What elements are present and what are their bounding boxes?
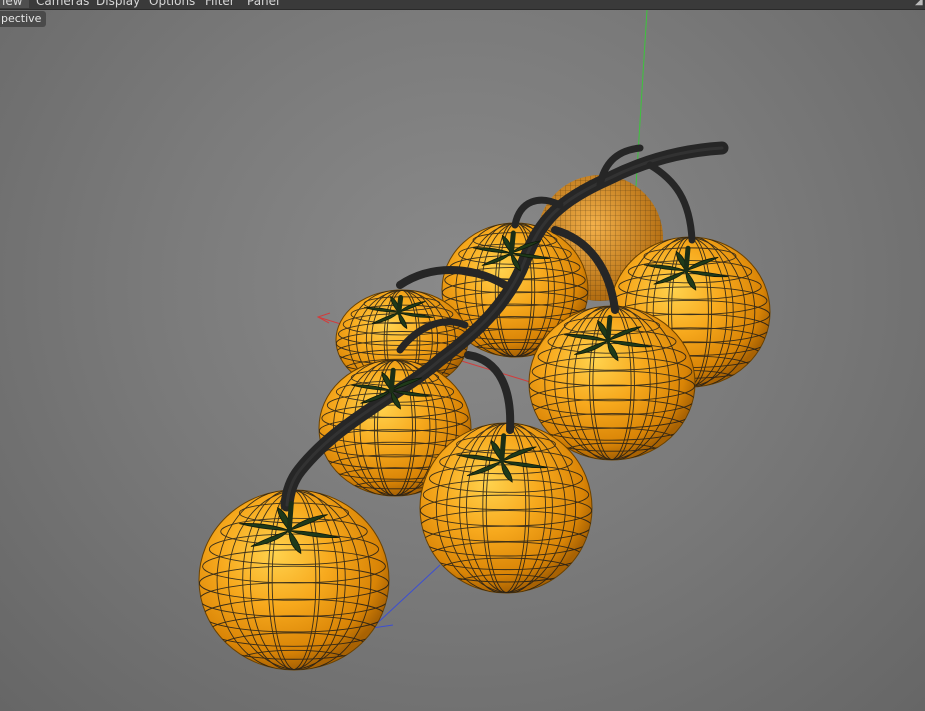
tomato-1[interactable] — [198, 489, 390, 671]
3d-viewport[interactable]: iew Cameras Display Options Filter Panel… — [0, 0, 925, 711]
tomato-7[interactable] — [419, 422, 593, 594]
x-axis-arrow — [316, 312, 331, 324]
scene-canvas[interactable] — [0, 0, 925, 711]
